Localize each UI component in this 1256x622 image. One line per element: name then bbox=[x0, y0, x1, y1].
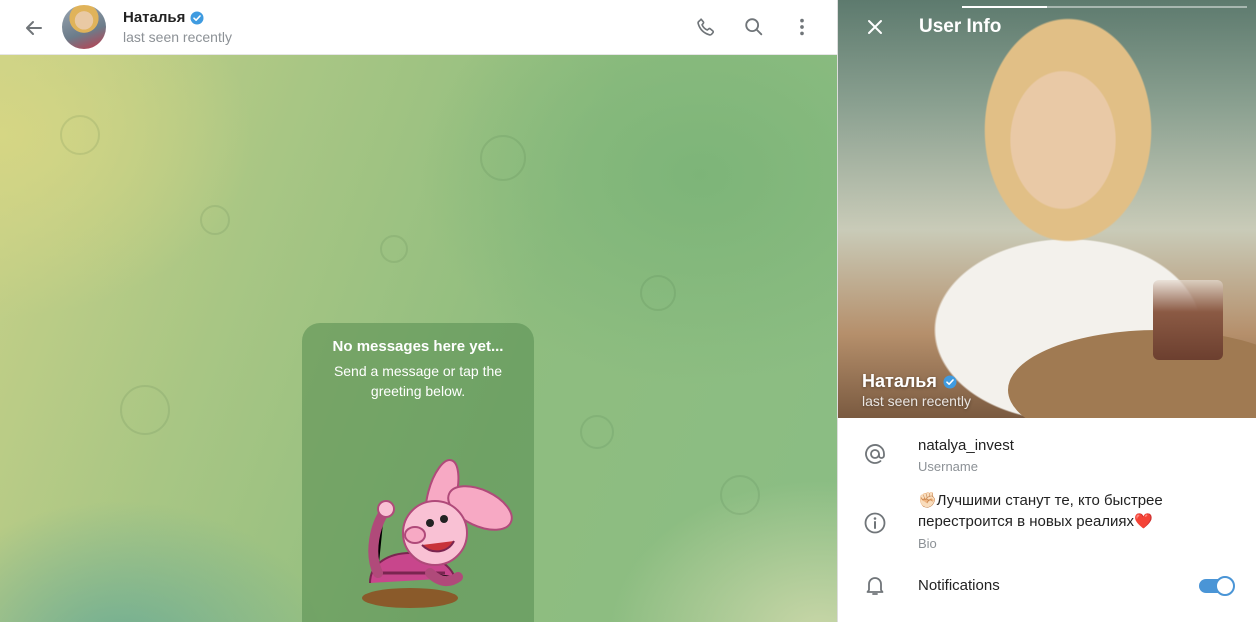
bell-icon bbox=[862, 572, 888, 598]
panel-title: User Info bbox=[919, 16, 1002, 37]
wallpaper-doodle bbox=[580, 415, 614, 449]
greeting-sticker[interactable] bbox=[330, 423, 515, 618]
toggle-knob bbox=[1215, 576, 1235, 596]
telegram-app: Наталья last seen recently No messages h… bbox=[0, 0, 1256, 622]
piglet-sticker-icon bbox=[362, 459, 513, 608]
chat-status: last seen recently bbox=[123, 29, 232, 45]
search-button[interactable] bbox=[740, 13, 768, 41]
bio-label: Bio bbox=[918, 536, 937, 551]
arrow-left-icon bbox=[26, 21, 42, 35]
wallpaper-doodle bbox=[720, 475, 760, 515]
notifications-label: Notifications bbox=[918, 577, 1000, 594]
wallpaper-doodle bbox=[480, 135, 526, 181]
wallpaper-doodle bbox=[60, 115, 100, 155]
chat-header: Наталья last seen recently bbox=[0, 0, 837, 55]
username-row[interactable]: natalya_invest Username bbox=[838, 432, 1256, 482]
phone-icon bbox=[697, 18, 715, 36]
user-info-panel: User Info Наталья last seen recently nat… bbox=[837, 0, 1256, 622]
notifications-toggle[interactable] bbox=[1199, 576, 1235, 596]
search-icon bbox=[745, 18, 763, 36]
photo-progress-segment bbox=[962, 6, 1047, 8]
close-icon bbox=[868, 20, 882, 34]
back-button[interactable] bbox=[20, 14, 48, 42]
chat-name: Наталья bbox=[123, 9, 186, 26]
username-value: natalya_invest bbox=[918, 437, 1014, 454]
bio-value: ✊🏻Лучшими станут те, кто быстрее перестр… bbox=[918, 492, 1163, 530]
wallpaper-doodle bbox=[380, 235, 408, 263]
profile-name-text: Наталья bbox=[862, 371, 937, 391]
photo-cup bbox=[1153, 280, 1223, 360]
verified-badge-icon bbox=[943, 375, 957, 388]
more-vertical-icon bbox=[800, 18, 804, 36]
wallpaper-doodle bbox=[120, 385, 170, 435]
empty-chat-title: No messages here yet... bbox=[332, 338, 504, 355]
close-button[interactable] bbox=[862, 14, 888, 40]
profile-status: last seen recently bbox=[862, 393, 971, 409]
bio-row[interactable]: ✊🏻Лучшими станут те, кто быстрее перестр… bbox=[838, 488, 1256, 554]
profile-name: Наталья bbox=[862, 371, 957, 392]
at-sign-icon bbox=[862, 441, 888, 467]
wallpaper-doodle bbox=[640, 275, 676, 311]
chat-title[interactable]: Наталья bbox=[123, 9, 204, 26]
more-button[interactable] bbox=[788, 13, 816, 41]
wallpaper-doodle bbox=[200, 205, 230, 235]
avatar[interactable] bbox=[62, 5, 106, 49]
call-button[interactable] bbox=[692, 13, 720, 41]
profile-photo[interactable]: User Info Наталья last seen recently bbox=[838, 0, 1256, 418]
notifications-row[interactable]: Notifications bbox=[838, 570, 1256, 602]
chat-pane: Наталья last seen recently No messages h… bbox=[0, 0, 837, 622]
info-icon bbox=[862, 510, 888, 536]
verified-badge-icon bbox=[190, 11, 204, 24]
empty-chat-card: No messages here yet... Send a message o… bbox=[302, 323, 534, 622]
empty-chat-subtitle: Send a message or tap the greeting below… bbox=[333, 363, 503, 399]
photo-progress bbox=[962, 6, 1247, 8]
username-label: Username bbox=[918, 459, 978, 474]
